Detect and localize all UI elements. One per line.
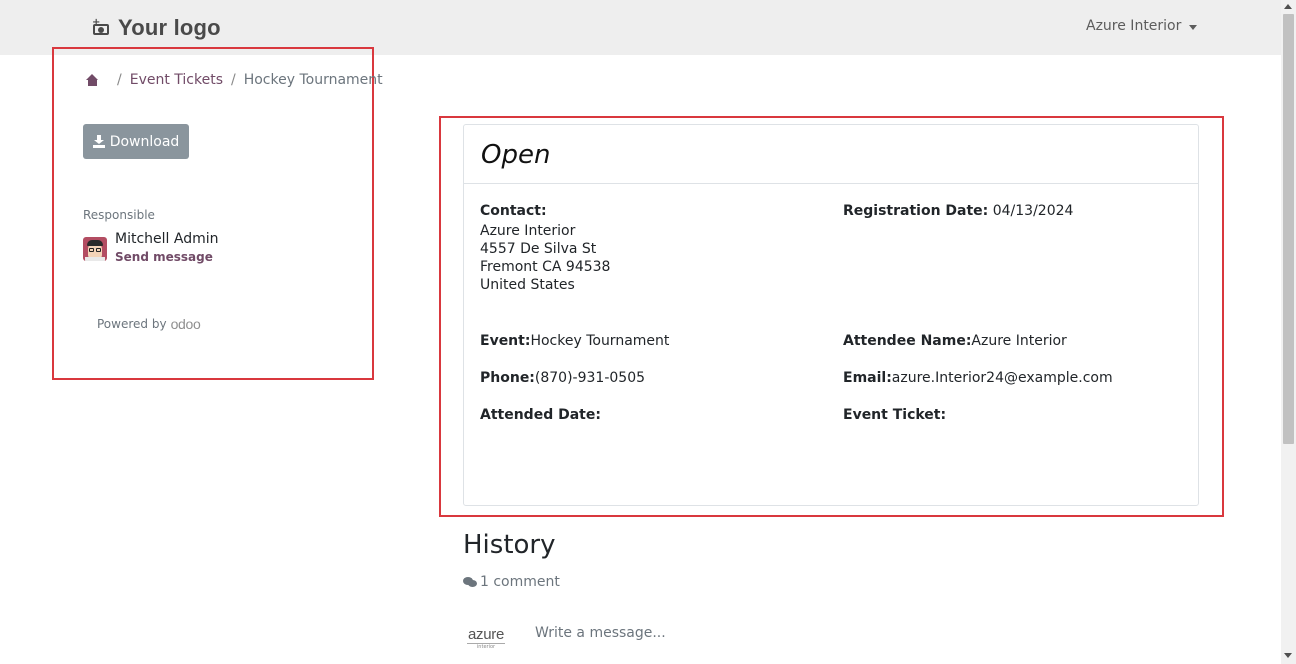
send-message-link[interactable]: Send message <box>115 250 213 264</box>
breadcrumb-separator: / <box>117 72 122 88</box>
comments-icon <box>463 576 477 588</box>
attendee-value: Azure Interior <box>971 333 1067 349</box>
address-line-1: 4557 De Silva St <box>480 241 597 257</box>
card-header: Open <box>464 125 1198 184</box>
registration-date-value: 04/13/2024 <box>992 203 1074 219</box>
event-field: Event:Hockey Tournament <box>480 333 669 349</box>
breadcrumb-event-tickets[interactable]: Event Tickets <box>130 72 223 88</box>
email-value: azure.Interior24@example.com <box>891 370 1113 386</box>
event-value: Hockey Tournament <box>530 333 670 349</box>
phone-field: Phone:(870)-931-0505 <box>480 370 645 386</box>
comments-count: 1 comment <box>480 574 560 590</box>
user-menu-dropdown[interactable]: Azure Interior <box>1086 18 1198 34</box>
email-field: Email:azure.Interior24@example.com <box>843 370 1113 386</box>
attendee-label: Attendee Name: <box>843 333 972 349</box>
powered-by: Powered by odoo <box>97 316 201 332</box>
address-line-2: Fremont CA 94538 <box>480 259 611 275</box>
breadcrumb-separator: / <box>231 72 236 88</box>
download-icon <box>92 135 105 148</box>
contact-field: Contact: <box>480 203 547 219</box>
user-menu-label: Azure Interior <box>1086 18 1182 34</box>
download-button[interactable]: Download <box>83 124 189 159</box>
powered-by-label: Powered by <box>97 317 167 331</box>
logo-text: Your logo <box>118 15 221 40</box>
odoo-logo[interactable]: odoo <box>171 316 201 332</box>
comments-count-link[interactable]: 1 comment <box>463 574 560 590</box>
event-label: Event: <box>480 333 531 349</box>
ticket-card: Open Contact: Azure Interior 4557 De Sil… <box>463 124 1199 506</box>
registration-date-label: Registration Date: <box>843 203 989 219</box>
email-label: Email: <box>843 370 892 386</box>
address-line-3: United States <box>480 277 575 293</box>
caret-down-icon <box>1189 24 1198 30</box>
home-icon[interactable] <box>86 74 99 86</box>
scrollbar-thumb[interactable] <box>1283 14 1294 444</box>
phone-value: (870)-931-0505 <box>534 370 646 386</box>
contact-label: Contact: <box>480 203 547 219</box>
scroll-down-arrow-icon[interactable] <box>1284 653 1292 658</box>
company-logo[interactable]: + Your logo <box>92 14 221 42</box>
contact-name: Azure Interior <box>480 223 576 239</box>
ticket-status: Open <box>481 140 551 170</box>
contact-address: Azure Interior 4557 De Silva St Fremont … <box>480 222 610 294</box>
author-logo-main: azure <box>467 626 505 643</box>
scroll-up-arrow-icon[interactable] <box>1284 4 1292 9</box>
attendee-field: Attendee Name:Azure Interior <box>843 333 1067 349</box>
author-avatar: azure interior <box>467 626 505 650</box>
event-ticket-field: Event Ticket: <box>843 407 946 423</box>
download-label: Download <box>109 133 180 150</box>
attended-date-field: Attended Date: <box>480 407 601 423</box>
responsible-label: Responsible <box>83 208 155 222</box>
phone-label: Phone: <box>480 370 535 386</box>
history-title: History <box>463 530 556 560</box>
author-logo-sub: interior <box>467 643 505 650</box>
attended-date-label: Attended Date: <box>480 407 601 423</box>
event-ticket-label: Event Ticket: <box>843 407 947 423</box>
camera-icon: + <box>92 18 111 36</box>
message-input[interactable] <box>527 618 1187 648</box>
breadcrumb: / Event Tickets / Hockey Tournament <box>86 72 383 88</box>
responsible-name: Mitchell Admin <box>115 231 219 247</box>
breadcrumb-current: Hockey Tournament <box>243 72 383 88</box>
registration-date-field: Registration Date: 04/13/2024 <box>843 203 1073 219</box>
page-scrollbar[interactable] <box>1281 0 1296 664</box>
avatar <box>83 237 107 261</box>
